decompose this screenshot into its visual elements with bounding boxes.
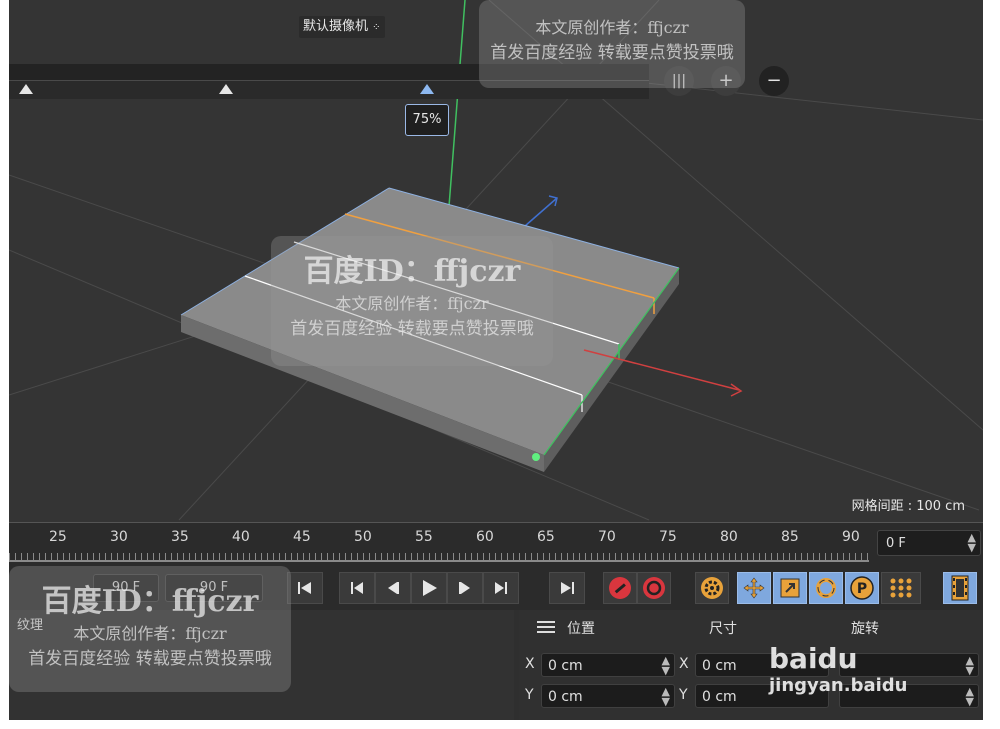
menu-icon[interactable] [537,621,555,633]
position-x-field[interactable]: 0 cm ▲ ▼ [541,653,675,677]
slider-handle-active[interactable] [420,84,434,94]
prev-frame-icon [388,582,399,594]
rotate-icon [816,578,836,598]
record-key-button[interactable] [603,572,637,604]
skip-end-icon [561,582,574,594]
ruler-number: 75 [659,529,677,545]
coordinates-panel: 位置 尺寸 旋转 X 0 cm ▲ ▼ X 0 cm ▲ ▼ Y 0 cm ▲ ▼ Y 0… [519,610,983,720]
watermark-slogan: 首发百度经验 转载要点赞投票哦 [28,649,272,669]
autokey-button[interactable] [637,572,671,604]
baidu-word: baidu [769,642,858,675]
film-strip-icon [951,575,969,601]
param-p-icon: P [850,576,874,600]
ruler-number: 60 [476,529,494,545]
ruler-number: 50 [354,529,372,545]
remove-cut-button[interactable]: − [759,66,789,96]
watermark-author: 本文原创作者：ffjczr [73,624,227,643]
axis-label-y: Y [525,687,534,703]
dots-grid-icon [890,578,912,598]
ruler-number: 25 [49,529,67,545]
axis-label-x: X [525,656,535,672]
play-button[interactable] [411,572,447,604]
timeline-ruler[interactable]: 25 30 35 40 45 50 55 60 65 70 75 80 85 9… [9,522,983,567]
header-size: 尺寸 [709,621,737,637]
watermark-brand: 百度ID：ffjczr [41,584,259,619]
next-key-button[interactable] [483,572,519,604]
rotate-key-toggle[interactable] [809,572,843,604]
move-key-toggle[interactable] [737,572,771,604]
ruler-number: 40 [232,529,250,545]
param-key-toggle[interactable]: P [845,572,879,604]
baidu-logo-watermark: baidu jingyan.baidu [769,642,907,696]
next-frame-button[interactable] [447,572,483,604]
camera-label[interactable]: 默认摄像机 ⁘ [299,16,385,38]
key-settings-button[interactable] [695,572,729,604]
watermark-author: 本文原创作者：ffjczr [335,294,489,313]
goto-start-button[interactable] [287,572,323,604]
position-y-field[interactable]: 0 cm ▲ ▼ [541,684,675,708]
ruler-baseline [9,560,869,562]
stepper-arrows-icon[interactable]: ▲ ▼ [662,655,670,676]
header-rotation: 旋转 [851,621,879,637]
ruler-number: 55 [415,529,433,545]
loop-percent-badge: 75% [405,104,449,136]
axis-label-y: Y [679,687,688,703]
render-view-button[interactable] [943,572,977,604]
stepper-arrows-icon[interactable]: ▲ ▼ [966,655,974,676]
gear-icon [701,577,723,599]
watermark-center: 百度ID：ffjczr 本文原创作者：ffjczr 首发百度经验 转载要点赞投票… [271,246,553,339]
svg-text:P: P [857,581,867,597]
ruler-number: 90 [842,529,860,545]
ruler-number: 35 [171,529,189,545]
grid-spacing-readout: 网格间距 : 100 cm [851,499,965,514]
watermark-top: 本文原创作者：ffjczr 首发百度经验 转载要点赞投票哦 [479,14,745,63]
watermark-slogan: 首发百度经验 转载要点赞投票哦 [290,319,534,339]
play-icon [423,580,437,596]
stepper-arrows-icon[interactable]: ▲ ▼ [662,686,670,707]
watermark-slogan: 首发百度经验 转载要点赞投票哦 [490,43,734,63]
ruler-number: 85 [781,529,799,545]
autokey-icon [643,577,665,599]
watermark-bottom-left: 百度ID：ffjczr 本文原创作者：ffjczr 首发百度经验 转载要点赞投票… [9,576,291,669]
header-position: 位置 [567,621,595,637]
move-arrows-icon [743,577,765,599]
point-level-button[interactable] [881,572,921,604]
axis-label-x: X [679,656,689,672]
prev-frame-button[interactable] [375,572,411,604]
next-frame-icon [459,582,470,594]
goto-end-button[interactable] [549,572,585,604]
next-key-icon [495,582,507,594]
scale-icon [780,578,800,598]
stepper-arrows-icon[interactable]: ▲ ▼ [966,686,974,707]
key-record-icon [609,577,631,599]
prev-key-icon [351,582,363,594]
camera-dots-icon: ⁘ [372,22,381,33]
stepper-arrows-icon[interactable]: ▲ ▼ [968,532,976,553]
jingyan-word: jingyan.baidu [769,675,908,696]
ruler-number: 70 [598,529,616,545]
watermark-author: 本文原创作者：ffjczr [535,18,689,37]
ruler-number: 30 [110,529,128,545]
slider-handle-start[interactable] [19,84,33,94]
scale-key-toggle[interactable] [773,572,807,604]
ruler-number: 65 [537,529,555,545]
current-frame-field[interactable]: 0 F ▲ ▼ [877,530,981,556]
prev-key-button[interactable] [339,572,375,604]
ruler-number: 80 [720,529,738,545]
ruler-number: 45 [293,529,311,545]
slider-handle-mid[interactable] [219,84,233,94]
selected-vertex[interactable] [532,453,540,461]
app-frame: 默认摄像机 ⁘ 75% ||| + − 网格间距 : 100 cm 25 30 … [9,0,983,720]
skip-start-icon [298,582,311,594]
watermark-brand: 百度ID：ffjczr [303,254,521,289]
